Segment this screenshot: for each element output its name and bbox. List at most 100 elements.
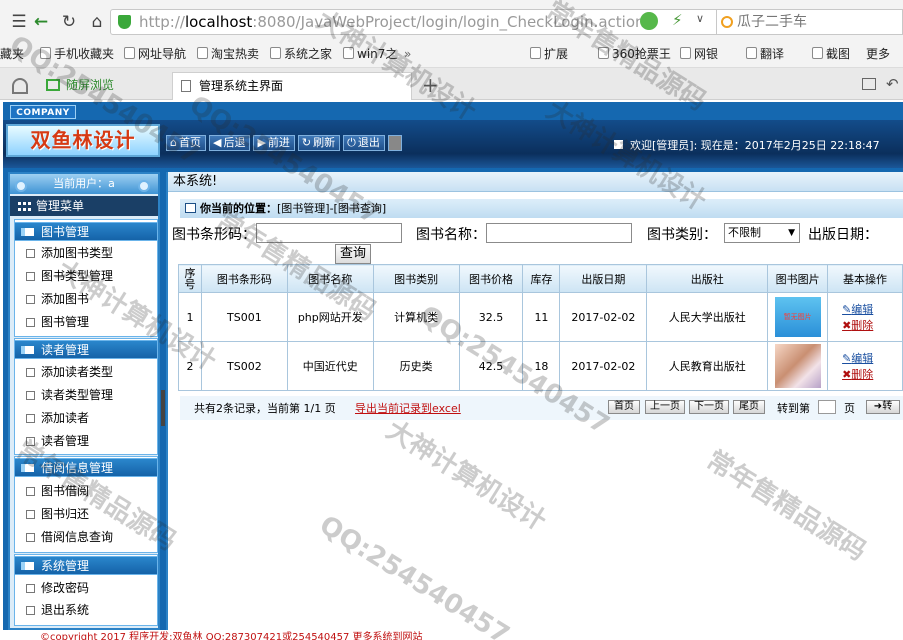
menu-item-change-password[interactable]: 修改密码 (26, 577, 156, 599)
delete-x-icon: ✖ (842, 368, 852, 381)
menu-group-borrow-header[interactable]: 借阅信息管理 (14, 458, 158, 477)
menu-item-reader-type-manage[interactable]: 读者类型管理 (26, 384, 156, 406)
delete-link[interactable]: ✖删除 (828, 366, 902, 382)
page-unit-label: 页 (844, 402, 855, 415)
screenshot-button[interactable]: 截图 (812, 44, 850, 64)
bookmark-nav[interactable]: 网址导航 (124, 44, 186, 64)
search-icon (721, 16, 733, 28)
bullet-icon (26, 606, 35, 615)
menu-item-logout[interactable]: 退出系统 (26, 599, 156, 621)
extensions-button[interactable]: 扩展 (530, 44, 568, 64)
goto-page-input[interactable] (818, 400, 836, 414)
page-icon (40, 47, 51, 59)
menu-item-add-book[interactable]: 添加图书 (26, 288, 156, 310)
extension-icon[interactable] (640, 12, 658, 30)
address-bar[interactable]: http://localhost:8080/JavaWebProject/log… (110, 9, 720, 35)
barcode-input[interactable] (256, 223, 402, 243)
menu-item-borrow[interactable]: 图书借阅 (26, 480, 156, 502)
nav-grid-icon[interactable] (387, 135, 402, 151)
edit-link[interactable]: ✎编辑 (828, 350, 902, 366)
forward-arrow-icon: ▶ (257, 136, 266, 149)
dropdown-arrow-icon: ▼ (788, 228, 795, 238)
bookmarks-more-chevron[interactable]: » (404, 44, 411, 64)
menu-item-add-book-type[interactable]: 添加图书类型 (26, 242, 156, 264)
translate-button[interactable]: 翻译 (746, 44, 784, 64)
pin-icon (138, 180, 150, 192)
back-icon[interactable]: ← (30, 11, 52, 33)
url-host: localhost (184, 13, 253, 31)
next-page-button[interactable]: 下一页 (689, 400, 729, 414)
arrow-right-icon: ➜ (873, 401, 883, 412)
pencil-icon: ✎ (842, 352, 852, 365)
bookmark-mobile[interactable]: 手机收藏夹 (40, 44, 114, 64)
nav-refresh-button[interactable]: ↻ 刷新 (297, 135, 341, 151)
list-icon (18, 202, 31, 211)
menu-item-return[interactable]: 图书归还 (26, 503, 156, 525)
bullet-icon (26, 437, 35, 446)
cell-index: 2 (178, 341, 202, 391)
book-type-select[interactable]: 不限制 ▼ (724, 223, 800, 243)
lightning-icon[interactable]: ⚡ (672, 11, 683, 29)
cell-image: 暂无图片 (767, 292, 829, 342)
nav-back-button[interactable]: ◀ 后退 (208, 135, 251, 151)
menu-item-book-type-manage[interactable]: 图书类型管理 (26, 265, 156, 287)
tab-main[interactable]: 管理系统主界面 (172, 72, 412, 100)
menu-group-system-header[interactable]: 系统管理 (14, 556, 158, 575)
top-nav: ⌂ 首页 ◀ 后退 ▶ 前进 ↻ 刷新 ⏻ 退出 (166, 135, 402, 151)
ticket-button[interactable]: 360抢票王 (598, 44, 671, 64)
last-page-button[interactable]: 尾页 (733, 400, 765, 414)
page-icon (197, 47, 208, 59)
cell-barcode: TS001 (200, 292, 288, 342)
tab-screen-browse[interactable]: 随屏浏览 (40, 72, 170, 100)
reload-icon[interactable]: ↻ (58, 11, 80, 33)
more-button[interactable]: 更多 (866, 44, 890, 64)
nav-home-button[interactable]: ⌂ 首页 (166, 135, 206, 151)
menu-item-add-reader[interactable]: 添加读者 (26, 407, 156, 429)
sidebar-toggle-handle[interactable] (161, 390, 165, 426)
book-cover-image[interactable] (774, 344, 821, 388)
prev-page-button[interactable]: 上一页 (645, 400, 685, 414)
nav-logout-button[interactable]: ⏻ 退出 (343, 135, 385, 151)
bookmark-favorites[interactable]: 藏夹 (0, 44, 24, 64)
nav-forward-button[interactable]: ▶ 前进 (253, 135, 295, 151)
menu-item-borrow-query[interactable]: 借阅信息查询 (26, 526, 156, 548)
bullet-icon (26, 414, 35, 423)
query-button[interactable]: 查询 (335, 244, 371, 264)
delete-link[interactable]: ✖删除 (828, 317, 902, 333)
edit-link[interactable]: ✎编辑 (828, 301, 902, 317)
bookmark-syshome[interactable]: 系统之家 (270, 44, 332, 64)
go-button[interactable]: ➜转 (866, 400, 900, 414)
first-page-button[interactable]: 首页 (608, 400, 640, 414)
cell-type: 历史类 (372, 341, 460, 391)
no-image-placeholder[interactable]: 暂无图片 (774, 297, 821, 337)
cell-image (767, 341, 829, 391)
book-icon (21, 228, 34, 236)
col-header: 图书条形码 (200, 264, 288, 293)
tabs-overview-icon[interactable] (862, 78, 876, 90)
chevron-down-icon[interactable]: ∨ (696, 12, 704, 25)
home-icon[interactable]: ⌂ (86, 11, 108, 33)
bookmark-taobao[interactable]: 淘宝热卖 (197, 44, 259, 64)
export-excel-link[interactable]: 导出当前记录到excel (355, 400, 461, 416)
logo: 双鱼林设计 (6, 124, 160, 157)
bullet-icon (26, 510, 35, 519)
cloud-icon[interactable] (12, 78, 28, 94)
book-name-input[interactable] (486, 223, 632, 243)
main-header: 本系统! (168, 172, 903, 192)
cell-price: 42.5 (458, 341, 524, 391)
bookmark-win7[interactable]: win7之 (343, 44, 397, 64)
pin-icon (15, 180, 27, 192)
menu-item-book-manage[interactable]: 图书管理 (26, 311, 156, 333)
bullet-icon (26, 487, 35, 496)
menu-group-books-header[interactable]: 图书管理 (14, 222, 158, 241)
new-tab-button[interactable]: + (422, 73, 439, 97)
secure-shield-icon (118, 15, 131, 29)
menu-icon[interactable]: ☰ (8, 11, 30, 33)
menu-group-readers-header[interactable]: 读者管理 (14, 340, 158, 359)
search-input[interactable]: 瓜子二手车 (716, 9, 903, 35)
bank-button[interactable]: 网银 (680, 44, 718, 64)
undo-icon[interactable]: ↶ (886, 75, 899, 93)
menu-item-add-reader-type[interactable]: 添加读者类型 (26, 361, 156, 383)
menu-item-reader-manage[interactable]: 读者管理 (26, 430, 156, 452)
book-icon (21, 346, 34, 354)
